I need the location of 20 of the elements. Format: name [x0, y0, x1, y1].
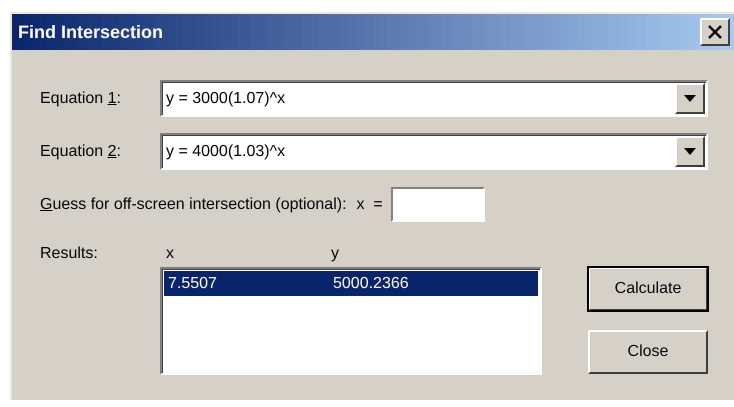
equation-label: Equation 2:: [40, 142, 122, 160]
dropdown-button[interactable]: [675, 136, 705, 167]
equation-combo[interactable]: y = 3000(1.07)^x: [160, 80, 708, 117]
guess-field[interactable]: [390, 187, 485, 222]
guess-label: Guess for off-screen intersection (optional):: [40, 196, 347, 214]
caret-icon: [684, 148, 696, 155]
caret-icon: [684, 95, 696, 102]
dropdown-button[interactable]: [675, 83, 705, 114]
window-title: Find Intersection: [18, 22, 164, 42]
dialog-button[interactable]: Close: [588, 330, 708, 374]
results-label: Results:: [40, 245, 99, 263]
result-row[interactable]: 7.5507 5000.2366: [164, 271, 538, 296]
column-header: x: [166, 245, 175, 263]
dialog-button[interactable]: Calculate: [588, 267, 708, 311]
x-label: x =: [356, 196, 384, 214]
column-header: y: [331, 245, 340, 263]
close-button[interactable]: [700, 18, 730, 46]
equation-label: Equation 1:: [40, 90, 122, 108]
equation-combo[interactable]: y = 4000(1.03)^x: [160, 133, 708, 170]
close-icon: [707, 25, 723, 39]
